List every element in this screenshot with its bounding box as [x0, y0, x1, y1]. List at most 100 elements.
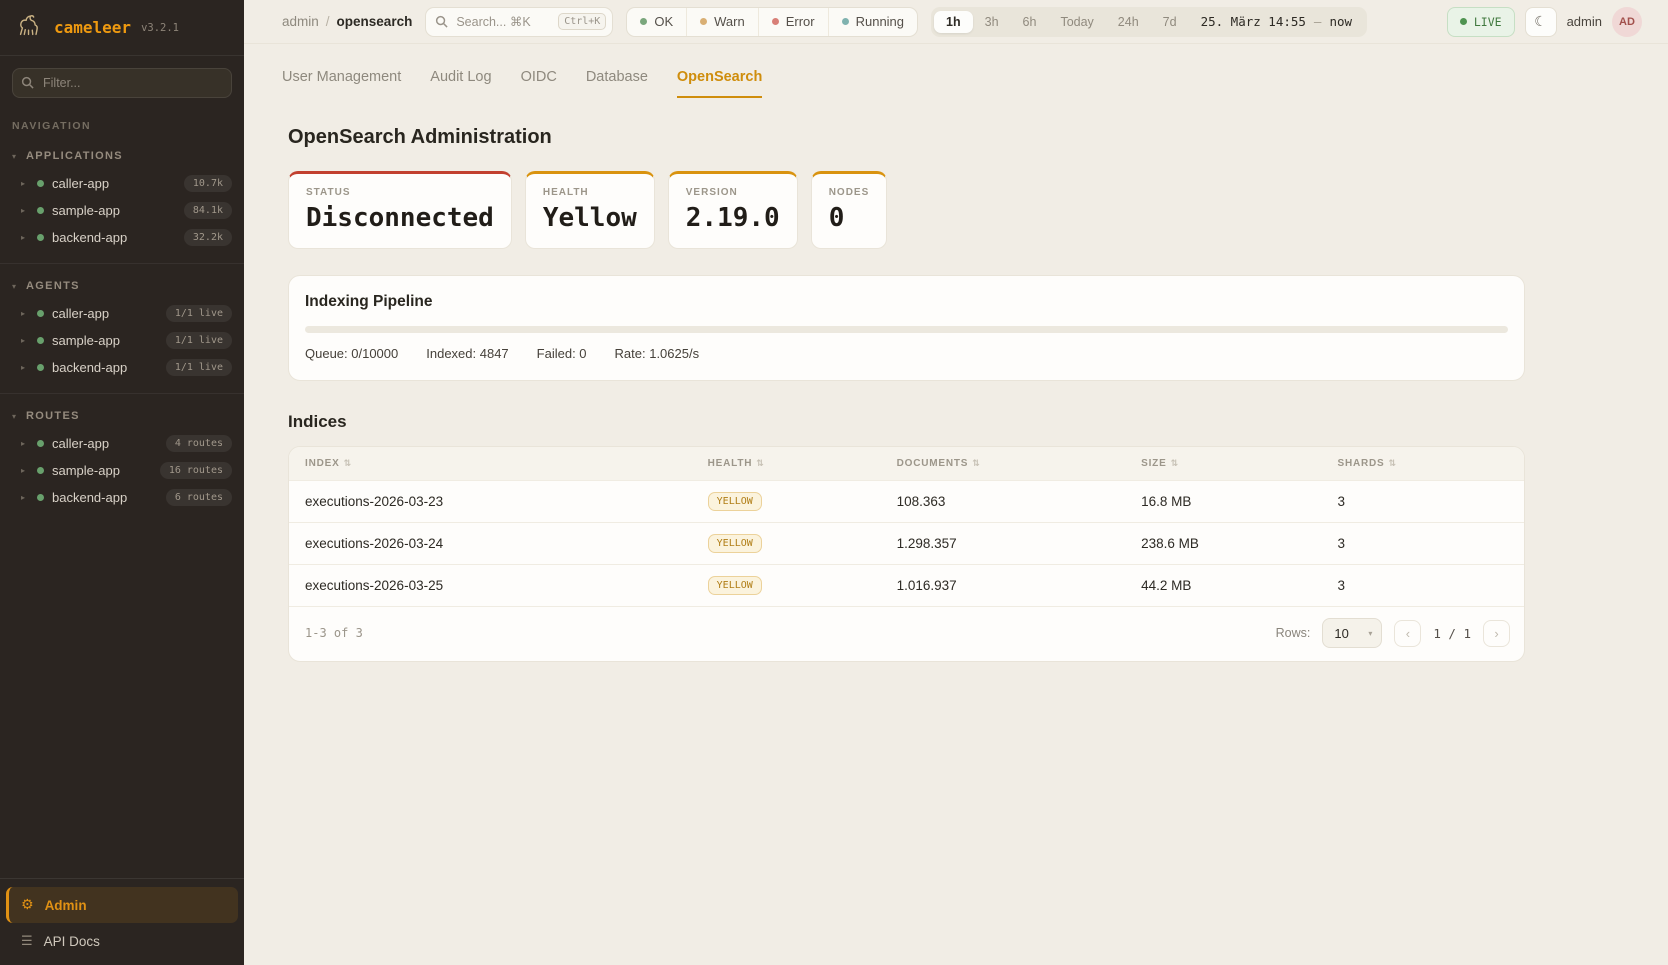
content: OpenSearch Administration STATUS Disconn… [244, 98, 1668, 702]
status-filter-button[interactable]: Error [758, 8, 828, 36]
applications-list: ▸ caller-app 10.7k ▸ sample-app 84.1k ▸ … [0, 170, 244, 251]
sidebar-item-route[interactable]: ▸ backend-app 6 routes [0, 484, 244, 511]
status-dot-icon [37, 440, 44, 447]
status-filter-button[interactable]: Warn [686, 8, 758, 36]
camel-logo-icon [14, 10, 44, 45]
status-filter-button[interactable]: Running [828, 8, 917, 36]
time-range-button[interactable]: 24h [1106, 11, 1151, 33]
page-indicator: 1 / 1 [1433, 626, 1471, 641]
cell-shards: 3 [1337, 481, 1524, 523]
stat-value: 0 [829, 203, 870, 233]
tab[interactable]: OIDC [521, 69, 557, 98]
cell-health: YELLOW [708, 565, 897, 607]
table-header-row: INDEX⇅ HEALTH⇅ DOCUMENTS⇅ SIZE⇅ SHARDS⇅ [289, 447, 1524, 481]
table-row[interactable]: executions-2026-03-25 YELLOW 1.016.937 4… [289, 565, 1524, 607]
status-dot-icon [37, 337, 44, 344]
status-filter-label: Error [786, 14, 815, 29]
column-header-index[interactable]: INDEX⇅ [289, 447, 708, 481]
column-header-size[interactable]: SIZE⇅ [1141, 447, 1337, 481]
chevron-down-icon: ▾ [12, 282, 16, 291]
sidebar-section-applications: ▾ APPLICATIONS ▸ caller-app 10.7k ▸ samp… [0, 134, 244, 263]
tab[interactable]: Database [586, 69, 648, 98]
cell-size: 16.8 MB [1141, 481, 1337, 523]
sidebar: cameleer v3.2.1 NAVIGATION ▾ APPLICATION… [0, 0, 244, 965]
prev-page-button[interactable]: ‹ [1394, 620, 1421, 647]
sidebar-item-badge: 6 routes [166, 489, 232, 506]
section-header-routes[interactable]: ▾ ROUTES [0, 404, 244, 430]
table-footer: 1-3 of 3 Rows: 10 ▾ ‹ 1 / 1 › [289, 606, 1524, 661]
time-range-button[interactable]: 6h [1011, 11, 1049, 33]
page-title: OpenSearch Administration [288, 126, 1525, 149]
time-range-button[interactable]: Today [1048, 11, 1105, 33]
avatar[interactable]: AD [1612, 7, 1642, 37]
pipeline-progress-bar [305, 326, 1508, 333]
column-header-shards[interactable]: SHARDS⇅ [1337, 447, 1524, 481]
dark-mode-toggle[interactable]: ☾ [1525, 7, 1557, 37]
chevron-right-icon: ▸ [21, 309, 29, 318]
navigation-label: NAVIGATION [12, 120, 232, 132]
sidebar-item-route[interactable]: ▸ sample-app 16 routes [0, 457, 244, 484]
status-dot-icon [640, 18, 647, 25]
sidebar-item-application[interactable]: ▸ caller-app 10.7k [0, 170, 244, 197]
sort-icon: ⇅ [1389, 459, 1397, 469]
sidebar-item-agent[interactable]: ▸ caller-app 1/1 live [0, 300, 244, 327]
column-header-health[interactable]: HEALTH⇅ [708, 447, 897, 481]
sidebar-item-badge: 1/1 live [166, 305, 232, 322]
sidebar-item-application[interactable]: ▸ backend-app 32.2k [0, 224, 244, 251]
agents-list: ▸ caller-app 1/1 live ▸ sample-app 1/1 l… [0, 300, 244, 381]
time-range-button[interactable]: 1h [934, 11, 973, 33]
sidebar-footer: ⚙ Admin ☰ API Docs [0, 878, 244, 965]
breadcrumb: admin / opensearch [282, 14, 412, 29]
chevron-right-icon: ▸ [21, 439, 29, 448]
brand-name: cameleer [54, 18, 131, 37]
indices-table-panel: INDEX⇅ HEALTH⇅ DOCUMENTS⇅ SIZE⇅ SHARDS⇅ … [288, 446, 1525, 662]
cell-shards: 3 [1337, 523, 1524, 565]
time-range-display[interactable]: 25. März 14:55 — now [1189, 14, 1364, 29]
gear-icon: ⚙ [21, 897, 34, 913]
tab[interactable]: OpenSearch [677, 69, 762, 98]
sidebar-item-label: caller-app [52, 436, 109, 451]
status-dot-icon [842, 18, 849, 25]
sidebar-item-agent[interactable]: ▸ sample-app 1/1 live [0, 327, 244, 354]
tab[interactable]: User Management [282, 69, 401, 98]
rows-per-page-value: 10 [1334, 626, 1348, 641]
column-header-documents[interactable]: DOCUMENTS⇅ [897, 447, 1142, 481]
health-badge: YELLOW [708, 492, 762, 511]
pipeline-title: Indexing Pipeline [305, 293, 1508, 311]
breadcrumb-root[interactable]: admin [282, 14, 319, 29]
table-row[interactable]: executions-2026-03-23 YELLOW 108.363 16.… [289, 481, 1524, 523]
status-dot-icon [700, 18, 707, 25]
time-range-label: 1h [946, 15, 961, 29]
user-name: admin [1567, 14, 1602, 29]
time-range-button[interactable]: 7d [1151, 11, 1189, 33]
time-range-label: 6h [1023, 15, 1037, 29]
global-search-input[interactable]: Search... ⌘K Ctrl+K [425, 7, 613, 37]
chevron-right-icon: ▸ [21, 179, 29, 188]
next-page-button[interactable]: › [1483, 620, 1510, 647]
cell-documents: 108.363 [897, 481, 1142, 523]
cell-health: YELLOW [708, 523, 897, 565]
status-filter-button[interactable]: OK [627, 8, 686, 36]
pipeline-stat: Indexed: 4847 [426, 346, 508, 361]
sidebar-item-route[interactable]: ▸ caller-app 4 routes [0, 430, 244, 457]
sidebar-item-badge: 84.1k [184, 202, 232, 219]
top-right-cluster: LIVE ☾ admin AD [1447, 7, 1642, 37]
admin-tabs: User Management Audit Log OIDC Database … [244, 44, 1668, 98]
sidebar-item-agent[interactable]: ▸ backend-app 1/1 live [0, 354, 244, 381]
sidebar-item-label: backend-app [52, 230, 127, 245]
time-range-label: 7d [1163, 15, 1177, 29]
rows-per-page-select[interactable]: 10 ▾ [1322, 618, 1382, 648]
health-badge: YELLOW [708, 576, 762, 595]
tab[interactable]: Audit Log [430, 69, 491, 98]
section-header-agents[interactable]: ▾ AGENTS [0, 274, 244, 300]
sidebar-item-admin[interactable]: ⚙ Admin [6, 887, 238, 923]
live-toggle[interactable]: LIVE [1447, 7, 1515, 37]
filter-input[interactable] [12, 68, 232, 98]
sidebar-item-application[interactable]: ▸ sample-app 84.1k [0, 197, 244, 224]
section-header-applications[interactable]: ▾ APPLICATIONS [0, 144, 244, 170]
table-row[interactable]: executions-2026-03-24 YELLOW 1.298.357 2… [289, 523, 1524, 565]
stat-value: Disconnected [306, 203, 494, 233]
sidebar-item-api-docs[interactable]: ☰ API Docs [6, 923, 238, 955]
time-range-button[interactable]: 3h [973, 11, 1011, 33]
health-badge: YELLOW [708, 534, 762, 553]
